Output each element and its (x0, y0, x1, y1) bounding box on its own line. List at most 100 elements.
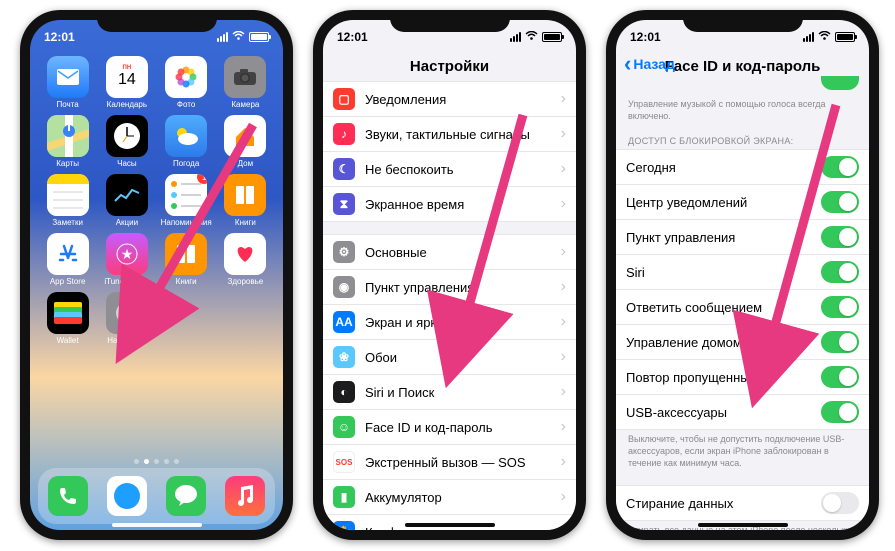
dock-app-phone[interactable] (48, 476, 88, 516)
chevron-icon: › (561, 453, 566, 471)
settings-row[interactable]: SOS Экстренный вызов — SOS› (323, 445, 576, 480)
home-indicator[interactable] (112, 523, 202, 527)
cellular-icon (803, 32, 814, 42)
row-label: Siri и Поиск (365, 385, 561, 400)
note-usb: Выключите, чтобы не допустить подключени… (616, 430, 869, 473)
settings-row[interactable]: ◐ Siri и Поиск› (323, 375, 576, 410)
chevron-icon: › (561, 90, 566, 108)
nav-title: Настройки (323, 54, 576, 81)
chevron-icon: › (561, 383, 566, 401)
chevron-icon: › (561, 243, 566, 261)
cam-icon (224, 56, 266, 98)
battery-icon (835, 32, 855, 42)
row-icon: ◉ (333, 276, 355, 298)
app-label: Камера (231, 100, 259, 109)
wifi-icon (232, 30, 245, 44)
chevron-icon: › (561, 125, 566, 143)
nav-title-label: Face ID и код-пароль (665, 58, 821, 75)
row-icon: ⚙ (333, 241, 355, 263)
toggle[interactable] (821, 401, 859, 423)
app-photo[interactable]: Фото (161, 56, 212, 109)
home-indicator[interactable] (405, 523, 495, 527)
phone-homescreen: 12:01 ПочтаПН14КалендарьФотоКамераКартыЧ… (20, 10, 293, 540)
home-indicator[interactable] (698, 523, 788, 527)
app-store[interactable]: App Store (42, 233, 93, 286)
maps-icon (47, 115, 89, 157)
row-label: Уведомления (365, 92, 561, 107)
settings-row[interactable]: ☺ Face ID и код-пароль› (323, 410, 576, 445)
row-icon: ⧗ (333, 193, 355, 215)
app-label: Фото (177, 100, 195, 109)
store-icon (47, 233, 89, 275)
row-label: Экстренный вызов — SOS (365, 455, 561, 470)
app-label: Wallet (57, 336, 79, 345)
page-indicator[interactable] (30, 459, 283, 464)
notch (390, 10, 510, 32)
status-time: 12:01 (630, 30, 661, 44)
battery-icon (542, 32, 562, 42)
partial-toggle[interactable] (821, 76, 859, 90)
chevron-icon: › (561, 195, 566, 213)
chevron-icon: › (561, 313, 566, 331)
wallet-icon (47, 292, 89, 334)
app-label: Заметки (52, 218, 83, 227)
tutorial-arrow (736, 100, 856, 385)
row-icon: SOS (333, 451, 355, 473)
row-icon: ♪ (333, 123, 355, 145)
app-wallet[interactable]: Wallet (42, 292, 93, 345)
app-maps[interactable]: Карты (42, 115, 93, 168)
toggle-erase[interactable] (821, 492, 859, 514)
wifi-icon (818, 30, 831, 44)
row-label: Face ID и код-пароль (365, 420, 561, 435)
row-erase-data[interactable]: Стирание данных (616, 486, 869, 520)
row-icon: ☺ (333, 416, 355, 438)
app-label: Почта (57, 100, 79, 109)
app-label: Карты (56, 159, 79, 168)
notch (97, 10, 217, 32)
battery-icon (249, 32, 269, 42)
dock-app-safari[interactable] (107, 476, 147, 516)
chevron-icon: › (561, 278, 566, 296)
cellular-icon (217, 32, 228, 42)
phone-settings: 12:01 Настройки ▢Уведомления›♪Звуки, так… (313, 10, 586, 540)
row-icon: ◐ (333, 381, 355, 403)
row-icon: ❀ (333, 346, 355, 368)
notes-icon (47, 174, 89, 216)
cal-icon: ПН14 (106, 56, 148, 98)
tutorial-arrow (423, 110, 543, 365)
back-button[interactable]: Назад (624, 56, 675, 72)
row-label: USB-аксессуары (626, 405, 821, 420)
dock-app-music[interactable] (225, 476, 265, 516)
app-mail[interactable]: Почта (42, 56, 93, 109)
photo-icon (165, 56, 207, 98)
row-icon: ▮ (333, 486, 355, 508)
row-icon: ☾ (333, 158, 355, 180)
chevron-icon: › (561, 488, 566, 506)
row-icon: ✋ (333, 521, 355, 530)
settings-row[interactable]: ▮ Аккумулятор› (323, 480, 576, 515)
chevron-icon: › (561, 523, 566, 530)
app-cal[interactable]: ПН14 Календарь (101, 56, 152, 109)
status-time: 12:01 (337, 30, 368, 44)
row-icon: ▢ (333, 88, 355, 110)
row-icon: AA (333, 311, 355, 333)
wifi-icon (525, 30, 538, 44)
row-label: Стирание данных (626, 496, 821, 511)
chevron-icon: › (561, 348, 566, 366)
chevron-icon: › (561, 160, 566, 178)
chevron-icon: › (561, 418, 566, 436)
app-label: App Store (50, 277, 86, 286)
dock (38, 468, 275, 524)
row-label: Аккумулятор (365, 490, 561, 505)
notch (683, 10, 803, 32)
phone-faceid-settings: 12:01 Назад Face ID и код-пароль Управле… (606, 10, 879, 540)
app-notes[interactable]: Заметки (42, 174, 93, 227)
status-time: 12:01 (44, 30, 75, 44)
cellular-icon (510, 32, 521, 42)
app-label: Календарь (107, 100, 147, 109)
app-cam[interactable]: Камера (220, 56, 271, 109)
mail-icon (47, 56, 89, 98)
toggle-row[interactable]: USB-аксессуары (616, 395, 869, 429)
dock-app-msg[interactable] (166, 476, 206, 516)
tutorial-arrow (108, 120, 268, 345)
